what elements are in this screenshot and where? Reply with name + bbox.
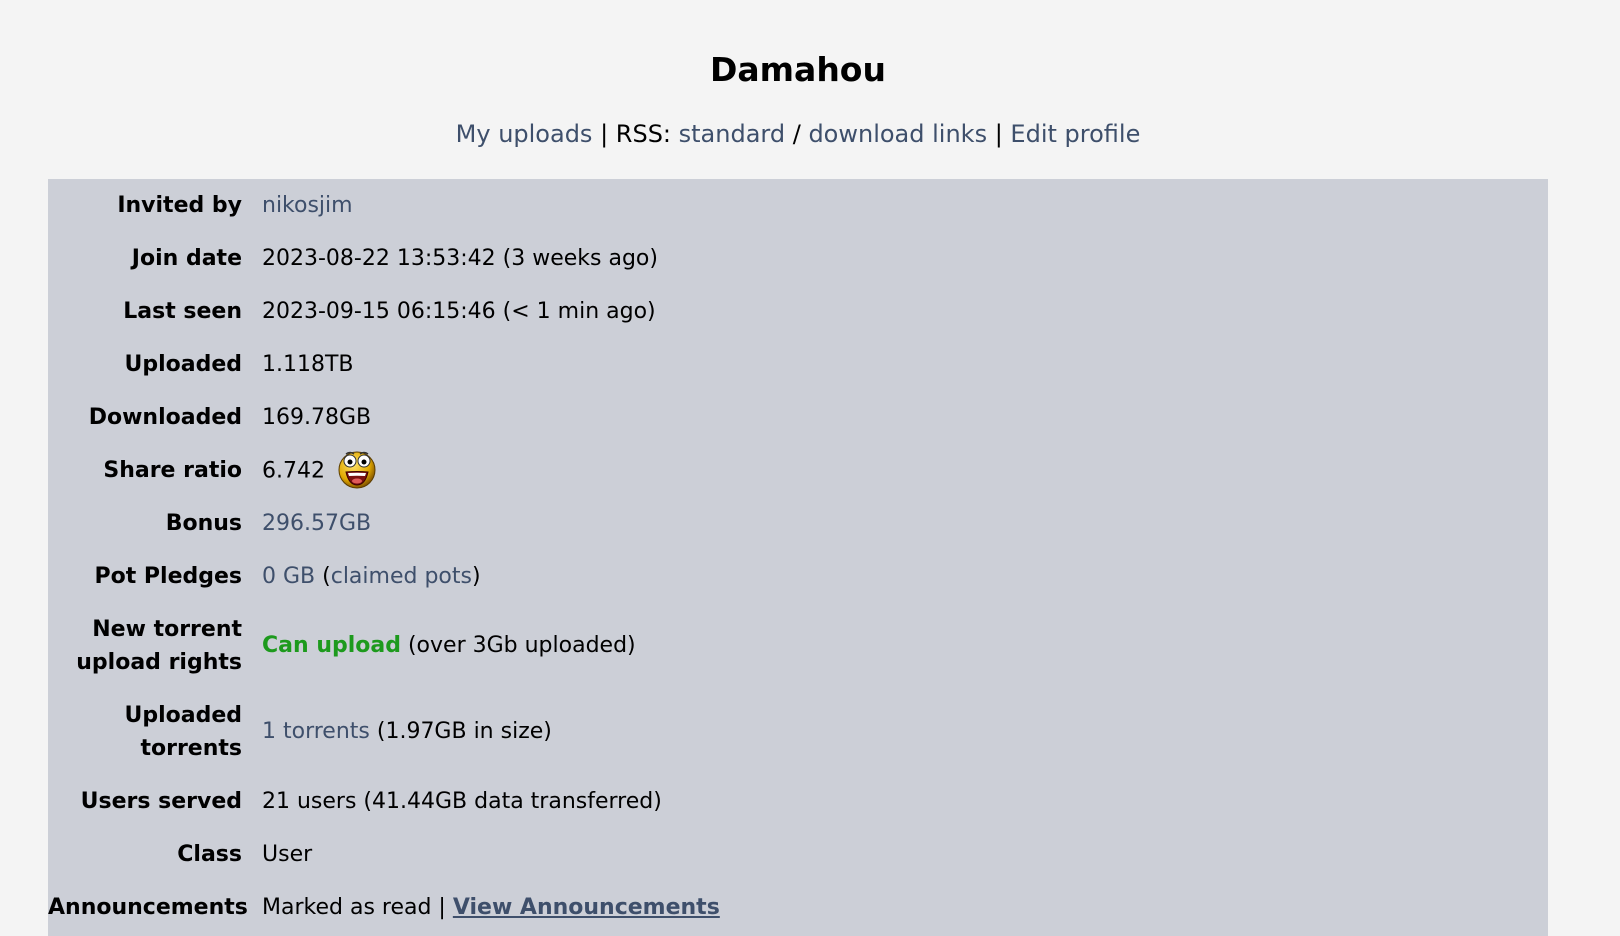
share-ratio-label: Share ratio xyxy=(103,458,242,483)
profile-links: My uploads | RSS: standard / download li… xyxy=(0,120,1596,148)
join-date-value: 2023-08-22 13:53:42 (3 weeks ago) xyxy=(262,246,658,271)
users-served-label: Users served xyxy=(80,789,242,814)
upload-rights-label-line2: upload rights xyxy=(76,650,242,675)
class-label: Class xyxy=(177,842,242,867)
profile-panel: Invited by nikosjim Join date 2023-08-22… xyxy=(48,179,1548,936)
upload-rights-label-line1: New torrent xyxy=(92,617,242,642)
bonus-label: Bonus xyxy=(165,511,242,536)
uploaded-torrents-note: (1.97GB in size) xyxy=(369,719,552,744)
claimed-pots-link[interactable]: claimed pots xyxy=(331,564,472,589)
share-ratio-value: 6.742 xyxy=(262,458,325,484)
last-seen-value: 2023-09-15 06:15:46 (< 1 min ago) xyxy=(262,299,656,324)
uploaded-value: 1.118TB xyxy=(262,352,354,377)
inviter-link[interactable]: nikosjim xyxy=(262,193,353,218)
pot-pledges-label: Pot Pledges xyxy=(94,564,242,589)
uploaded-torrents-label-line1: Uploaded xyxy=(124,703,242,728)
join-date-label: Join date xyxy=(131,246,242,271)
uploaded-torrents-link[interactable]: 1 torrents xyxy=(262,719,370,744)
edit-profile-link[interactable]: Edit profile xyxy=(1010,120,1140,148)
class-value: User xyxy=(262,842,313,867)
invited-by-label: Invited by xyxy=(117,193,242,218)
rss-download-links-link[interactable]: download links xyxy=(808,120,987,148)
bonus-link[interactable]: 296.57GB xyxy=(262,511,371,536)
close-paren: ) xyxy=(471,564,481,589)
upload-rights-note: (over 3Gb uploaded) xyxy=(400,633,636,658)
my-uploads-link[interactable]: My uploads xyxy=(456,120,593,148)
uploaded-label: Uploaded xyxy=(124,352,242,377)
open-paren: ( xyxy=(315,564,331,589)
announcements-label: Announcements xyxy=(48,895,248,920)
page-title: Damahou xyxy=(710,50,886,89)
rss-standard-link[interactable]: standard xyxy=(679,120,785,148)
can-upload-status: Can upload xyxy=(262,633,401,658)
last-seen-label: Last seen xyxy=(123,299,242,324)
upload-rights-label: New torrent upload rights xyxy=(48,613,242,679)
users-served-value: 21 users (41.44GB data transferred) xyxy=(262,789,662,814)
view-announcements-link[interactable]: View Announcements xyxy=(453,895,720,920)
uploaded-torrents-label: Uploaded torrents xyxy=(48,699,242,765)
downloaded-value: 169.78GB xyxy=(262,405,372,430)
pot-pledges-link[interactable]: 0 GB xyxy=(262,564,315,589)
uploaded-torrents-label-line2: torrents xyxy=(140,736,242,761)
downloaded-label: Downloaded xyxy=(88,405,242,430)
rss-label: | RSS: xyxy=(592,120,679,148)
smiley-face-icon xyxy=(337,449,377,489)
slash-separator: / xyxy=(785,120,809,148)
announcements-status: Marked as read | xyxy=(262,895,453,920)
pipe-separator: | xyxy=(987,120,1011,148)
